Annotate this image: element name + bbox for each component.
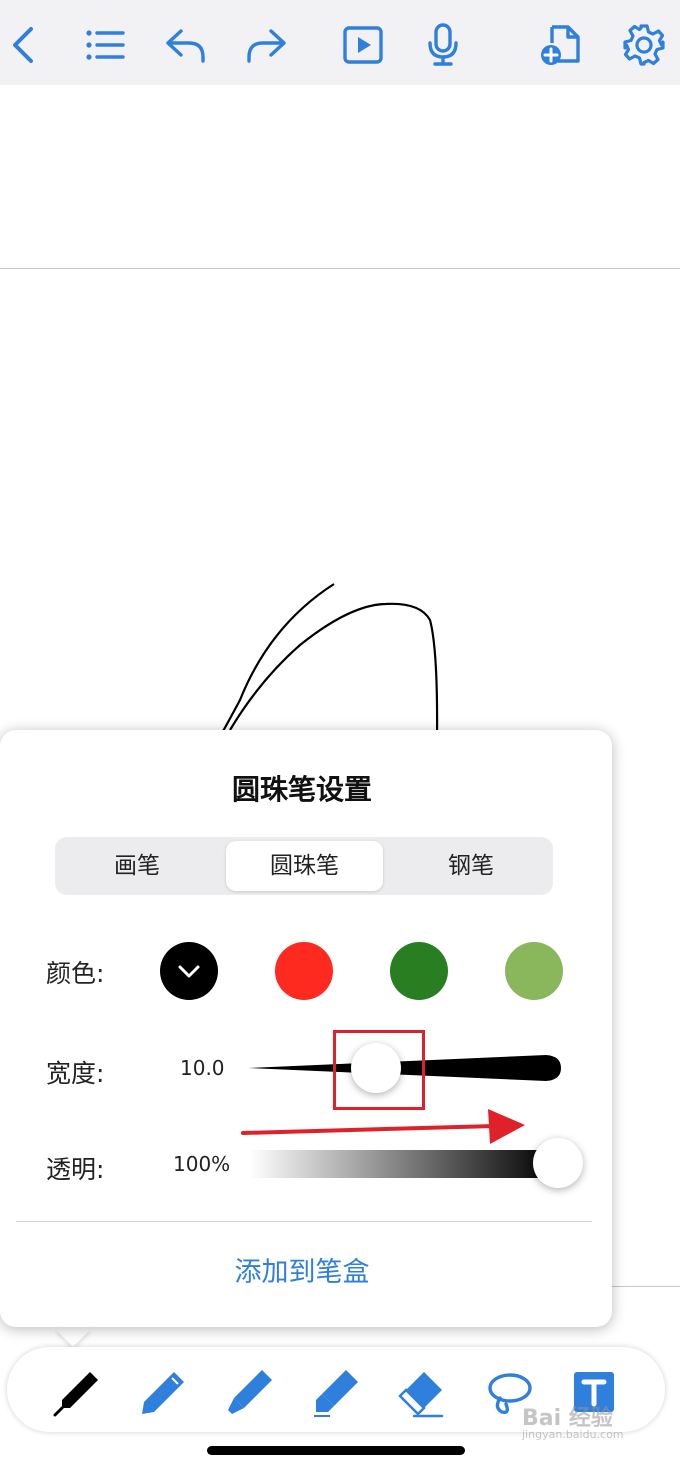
eraser-tool-button[interactable] <box>394 1364 450 1420</box>
annotation-arrow <box>241 1109 525 1144</box>
top-toolbar <box>0 0 680 85</box>
pen-tool-button[interactable] <box>50 1364 106 1420</box>
highlighter-icon <box>314 1370 358 1417</box>
opacity-value: 100% <box>173 1152 231 1176</box>
add-page-button[interactable] <box>535 20 585 70</box>
opacity-label: 透明: <box>46 1155 105 1184</box>
color-swatch-light-green[interactable] <box>505 942 563 1000</box>
watermark-url: jingyan.baidu.com <box>522 1428 624 1441</box>
tab-fountain-pen[interactable]: 钢笔 <box>389 841 553 891</box>
tab-brush[interactable]: 画笔 <box>55 841 219 891</box>
settings-button[interactable] <box>619 20 669 70</box>
redo-icon <box>247 29 286 63</box>
color-swatch-black[interactable] <box>160 942 218 1000</box>
undo-button[interactable] <box>160 20 210 70</box>
pen-icon <box>53 1372 98 1417</box>
opacity-slider-thumb[interactable] <box>533 1138 583 1188</box>
checkmark-chevron-icon <box>178 965 200 978</box>
back-icon <box>13 27 33 63</box>
list-icon <box>86 30 125 60</box>
pencil-icon <box>142 1372 184 1414</box>
highlight-box <box>333 1030 425 1110</box>
width-value: 10.0 <box>180 1056 225 1080</box>
color-swatch-green[interactable] <box>390 942 448 1000</box>
color-label: 颜色: <box>46 959 105 988</box>
home-indicator <box>207 1446 465 1455</box>
color-swatch-red[interactable] <box>275 942 333 1000</box>
pen-type-segmented-control: 画笔 圆珠笔 钢笔 <box>55 837 553 895</box>
tab-ballpoint-pen[interactable]: 圆珠笔 <box>226 841 383 891</box>
opacity-slider-track[interactable] <box>250 1150 555 1178</box>
divider <box>16 1221 592 1222</box>
undo-icon <box>166 29 205 63</box>
width-label: 宽度: <box>46 1059 105 1088</box>
back-button[interactable] <box>0 20 50 70</box>
eraser-icon <box>398 1372 444 1418</box>
ink-stroke <box>229 602 439 741</box>
marker-tool-button[interactable] <box>222 1364 278 1420</box>
list-button[interactable] <box>80 20 130 70</box>
pencil-tool-button[interactable] <box>136 1364 192 1420</box>
microphone-icon <box>428 23 458 66</box>
add-page-icon <box>541 25 580 65</box>
microphone-button[interactable] <box>418 20 468 70</box>
popover-title: 圆珠笔设置 <box>231 773 372 806</box>
play-icon <box>343 26 383 64</box>
settings-icon <box>623 24 665 66</box>
redo-button[interactable] <box>242 20 292 70</box>
pen-settings-popover: 圆珠笔设置 画笔 圆珠笔 钢笔 颜色: 宽度: 10.0 透明: 100% 添加… <box>0 730 612 1327</box>
add-to-pen-box-button[interactable]: 添加到笔盒 <box>0 1250 604 1289</box>
highlighter-tool-button[interactable] <box>308 1364 364 1420</box>
marker-icon <box>228 1370 272 1414</box>
play-button[interactable] <box>338 20 388 70</box>
ink-stroke <box>217 583 335 741</box>
